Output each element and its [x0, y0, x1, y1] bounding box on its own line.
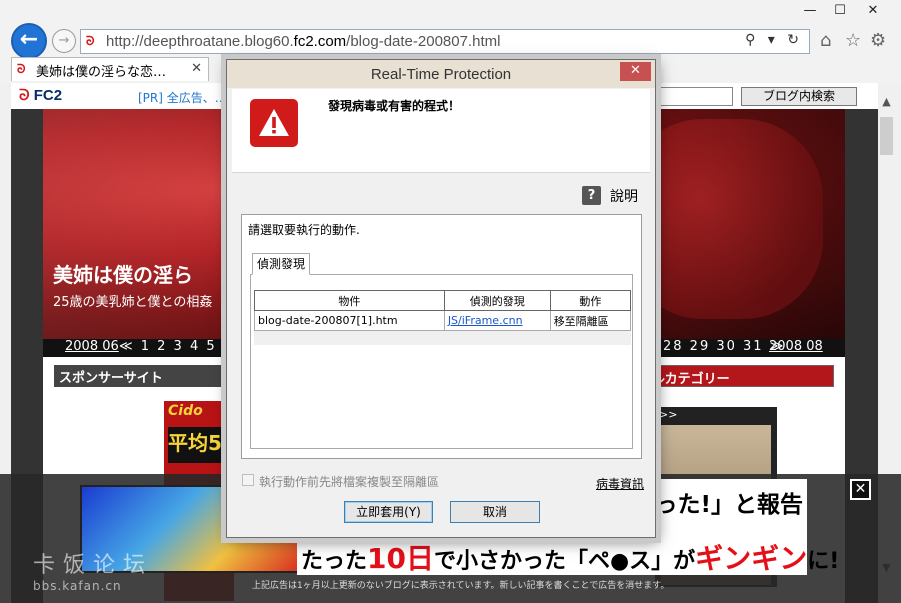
prev-month-link[interactable]: 2008 06	[65, 339, 119, 354]
realtime-protection-dialog: Real-Time Protection ✕ 發現病毒或有害的程式！ ? 說明 …	[226, 59, 656, 538]
tab-favicon-icon: ᘐ	[17, 62, 26, 76]
action-cell[interactable]: 移至隔離區	[549, 310, 632, 331]
home-icon[interactable]: ⌂	[820, 30, 831, 51]
tab-close-icon[interactable]: ✕	[191, 61, 202, 76]
browser-tab[interactable]: ᘐ 美姉は僕の淫らな恋… ✕	[11, 57, 209, 81]
blog-title[interactable]: 美姉は僕の淫ら	[53, 259, 193, 288]
action-panel: 請選取要執行的動作. 偵測發現 物件 偵測的發現 動作 blog-date-20…	[241, 214, 642, 459]
help-link[interactable]: 說明	[610, 186, 638, 206]
detections-tab-page: 物件 偵測的發現 動作 blog-date-200807[1].htm JS/i…	[250, 274, 633, 449]
detected-object-cell: blog-date-200807[1].htm	[254, 310, 445, 331]
dialog-title: Real-Time Protection	[370, 66, 512, 83]
table-row[interactable]: blog-date-200807[1].htm JS/iFrame.cnn 移至…	[254, 310, 632, 331]
virus-info-link[interactable]: 病毒資訊	[596, 475, 644, 492]
address-bar[interactable]: ᘐ http://deepthroatane.blog60.fc2.com/bl…	[80, 29, 810, 54]
close-window-button[interactable]: ✕	[858, 0, 888, 22]
blog-search-input[interactable]	[651, 87, 733, 106]
copy-to-quarantine-label: 執行動作前先將檔案複製至隔離區	[259, 475, 440, 489]
site-favicon-icon: ᘐ	[86, 34, 95, 48]
detection-name-link[interactable]: JS/iFrame.cnn	[443, 310, 551, 331]
dialog-titlebar[interactable]: Real-Time Protection ✕	[227, 60, 655, 88]
minimize-button[interactable]: —	[795, 0, 825, 22]
address-tools-icon[interactable]: ⚲ ▾ ↻	[745, 32, 803, 48]
video-thumb-label: >>	[659, 408, 678, 421]
next-month-link[interactable]: 2008 08	[769, 339, 823, 354]
calendar-days-left[interactable]: ≪ 1 2 3 4 5 6	[119, 339, 233, 354]
cancel-button[interactable]: 取消	[450, 501, 540, 523]
tab-title: 美姉は僕の淫らな恋…	[36, 65, 167, 80]
star-icon[interactable]: ☆	[845, 30, 861, 51]
copy-to-quarantine-checkbox[interactable]	[242, 474, 254, 486]
tab-detections[interactable]: 偵測發現	[252, 253, 310, 275]
forward-arrow-icon[interactable]: →	[52, 29, 76, 53]
help-icon[interactable]: ?	[582, 186, 601, 205]
blog-search-button[interactable]: ブログ内検索	[741, 87, 857, 106]
warning-icon	[250, 99, 298, 147]
dialog-header: 發現病毒或有害的程式！	[232, 89, 650, 173]
overlay-ad-tagline: たった10日で小さかった「ペ●ス」がギンギンに!	[301, 542, 840, 575]
scroll-thumb[interactable]	[880, 117, 893, 155]
watermark: 卡饭论坛 bbs.kafan.cn	[33, 547, 153, 593]
watermark-title: 卡饭论坛	[33, 553, 154, 578]
sponsor-header: スポンサーサイト	[54, 365, 244, 387]
overlay-close-icon[interactable]: ✕	[850, 479, 871, 500]
watermark-url: bbs.kafan.cn	[33, 579, 122, 593]
overlay-ad-headline: かった!」と報告	[631, 492, 804, 518]
scroll-up-icon[interactable]: ▲	[878, 95, 895, 112]
threat-detected-message: 發現病毒或有害的程式！	[328, 99, 461, 113]
calendar-days-right[interactable]: 28 29 30 31 ≫	[663, 339, 785, 354]
column-header-detection[interactable]: 偵測的發現	[443, 290, 551, 311]
table-filler-row	[254, 330, 632, 345]
apply-now-button[interactable]: 立即套用(Y)	[344, 501, 433, 523]
fc2-pr-link[interactable]: [PR] 全広告、…	[138, 89, 227, 106]
back-arrow-icon[interactable]: ←	[11, 23, 47, 59]
gear-icon[interactable]: ⚙	[870, 30, 886, 51]
action-prompt: 請選取要執行的動作.	[248, 223, 360, 237]
overlay-ad-footer: 上記広告は1ヶ月以上更新のないブログに表示されています。新しい記事を書くことで広…	[252, 581, 670, 591]
maximize-button[interactable]: ☐	[825, 0, 855, 22]
dialog-close-button[interactable]: ✕	[620, 62, 651, 81]
sponsor-ad-badge: 平均5	[168, 427, 228, 463]
column-header-action[interactable]: 動作	[549, 290, 632, 311]
address-url[interactable]: http://deepthroatane.blog60.fc2.com/blog…	[106, 33, 500, 50]
detections-table: 物件 偵測的發現 動作 blog-date-200807[1].htm JS/i…	[254, 290, 632, 345]
fc2-logo[interactable]: ᘐ FC2	[19, 87, 62, 104]
category-header: ルカテゴリー	[643, 365, 834, 387]
sponsor-ad-title: Cido	[168, 403, 203, 419]
blog-subtitle: 25歳の美乳姉と僕との相姦	[53, 295, 213, 310]
column-header-object[interactable]: 物件	[254, 290, 445, 311]
